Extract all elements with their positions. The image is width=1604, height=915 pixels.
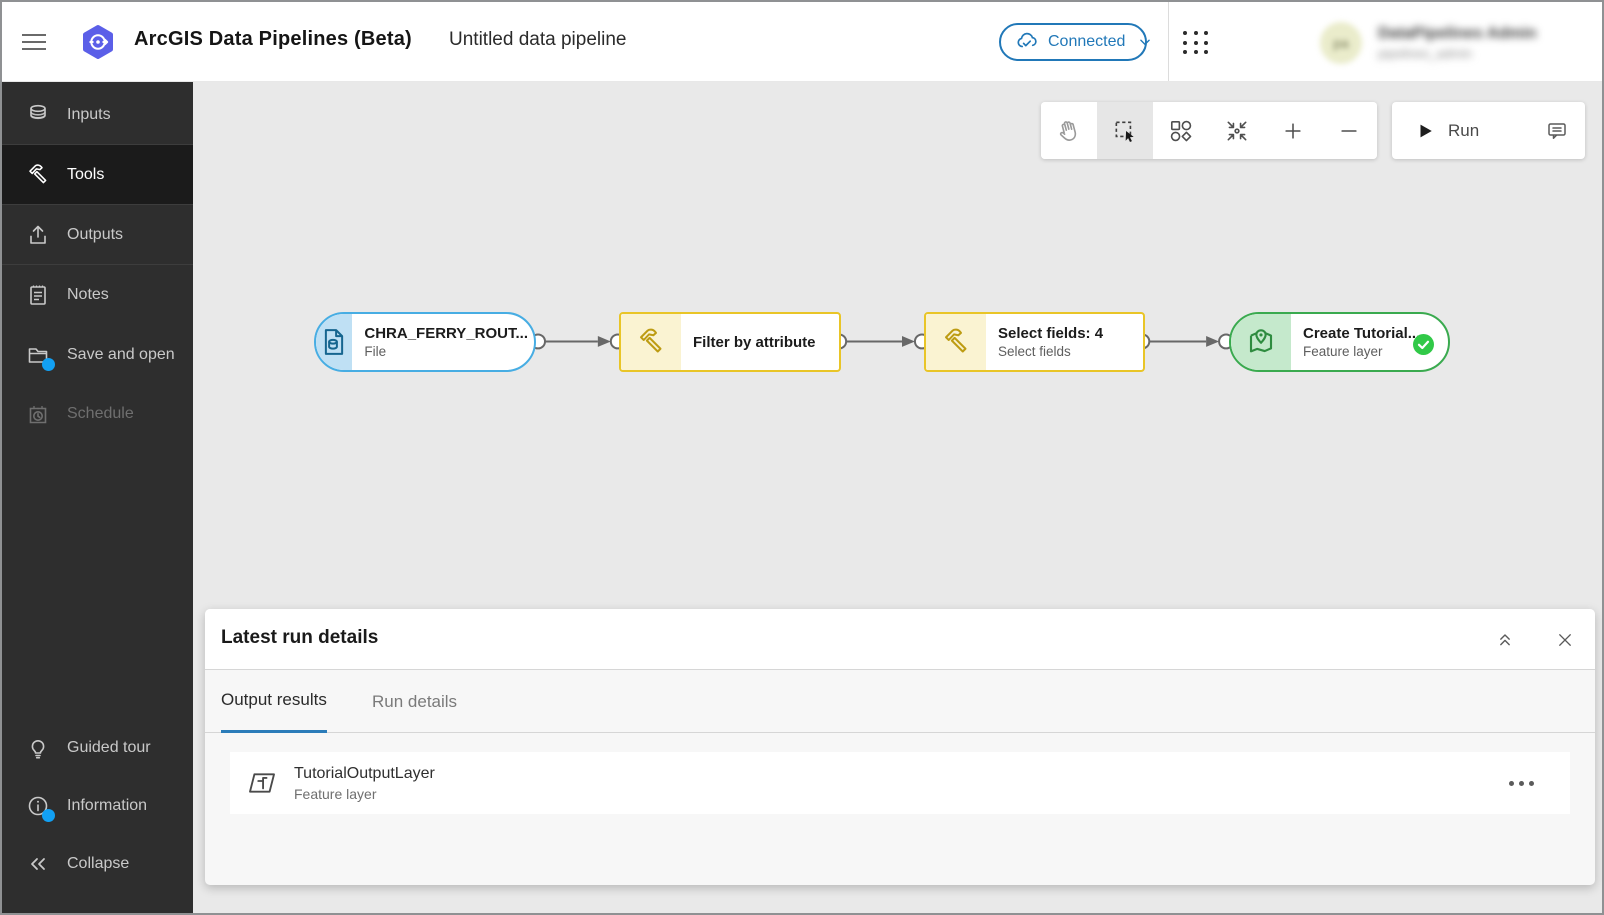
- notification-dot: [42, 357, 55, 371]
- connection-status-button[interactable]: Connected: [999, 23, 1151, 61]
- sidebar-item-tools[interactable]: Tools: [2, 145, 193, 204]
- sidebar-item-information[interactable]: Information: [2, 776, 193, 835]
- tab-output-results[interactable]: Output results: [221, 670, 327, 733]
- auto-layout-button[interactable]: [1153, 102, 1209, 159]
- double-chevron-up-icon: [1495, 630, 1515, 650]
- pan-tool-button[interactable]: [1041, 102, 1097, 159]
- app-header: ArcGIS Data Pipelines (Beta) Untitled da…: [2, 2, 1602, 82]
- expand-panel-button[interactable]: [1491, 626, 1519, 654]
- user-account-button[interactable]: pa DataPipelines Admin pipelines_admin: [1320, 20, 1590, 66]
- document-title: Untitled data pipeline: [449, 29, 627, 50]
- info-icon: [26, 794, 55, 822]
- tab-run-details[interactable]: Run details: [372, 670, 457, 733]
- zoom-out-button[interactable]: [1321, 102, 1377, 159]
- play-icon: [1416, 122, 1434, 140]
- result-type: Feature layer: [294, 785, 377, 802]
- hamburger-menu-icon[interactable]: [22, 30, 46, 54]
- collapse-to-center-icon: [1224, 118, 1250, 144]
- node-subtitle: File: [364, 344, 387, 359]
- data-pipelines-logo: [80, 24, 116, 60]
- plus-icon: [1282, 120, 1304, 142]
- calendar-clock-icon: [26, 402, 50, 426]
- marquee-select-icon: [1112, 118, 1138, 144]
- folder-icon: [26, 343, 55, 371]
- comment-button[interactable]: [1529, 102, 1585, 159]
- run-button-label: Run: [1448, 120, 1480, 140]
- upload-icon: [26, 223, 50, 247]
- app-launcher-grid-icon[interactable]: [1183, 31, 1210, 55]
- select-tool-button[interactable]: [1097, 102, 1153, 159]
- panel-title: Latest run details: [221, 627, 379, 648]
- close-panel-button[interactable]: [1551, 626, 1579, 654]
- user-display-name: DataPipelines Admin: [1378, 25, 1537, 42]
- sidebar-item-label: Notes: [67, 285, 109, 303]
- hammer-icon: [26, 163, 50, 187]
- minus-icon: [1338, 120, 1360, 142]
- sidebar-item-label: Inputs: [67, 105, 111, 123]
- check-circle-icon: [1413, 334, 1434, 355]
- sidebar: Inputs Tools Outputs Notes Save and open…: [2, 82, 193, 913]
- connection-status-label: Connected: [1048, 33, 1126, 50]
- latest-run-details-panel: Latest run details Output results Run de…: [205, 609, 1595, 885]
- node-input-file[interactable]: CHRA_FERRY_ROUT... File: [314, 312, 536, 372]
- sidebar-item-label: Schedule: [67, 404, 134, 422]
- run-button[interactable]: Run: [1392, 102, 1529, 159]
- sidebar-item-guided-tour[interactable]: Guided tour: [2, 718, 193, 777]
- user-username: pipelines_admin: [1378, 46, 1472, 61]
- app-window: ArcGIS Data Pipelines (Beta) Untitled da…: [0, 0, 1604, 915]
- ellipsis-menu-button[interactable]: [1503, 775, 1540, 792]
- sidebar-item-collapse[interactable]: Collapse: [2, 834, 193, 893]
- sidebar-item-label: Tools: [67, 165, 105, 183]
- hammer-icon: [621, 314, 681, 370]
- file-data-icon: [316, 314, 353, 370]
- double-chevron-left-icon: [26, 852, 50, 876]
- comment-bubble-icon: [1545, 119, 1569, 143]
- hand-icon: [1056, 118, 1082, 144]
- node-title: Select fields: 4: [998, 325, 1104, 342]
- header-divider: [1168, 2, 1169, 81]
- shapes-layout-icon: [1168, 118, 1194, 144]
- output-result-row[interactable]: TutorialOutputLayer Feature layer: [230, 752, 1570, 814]
- chevron-down-icon: [1138, 35, 1152, 49]
- node-subtitle: Select fields: [998, 344, 1071, 359]
- sidebar-item-label: Save and open: [67, 345, 175, 363]
- hammer-icon: [926, 314, 986, 370]
- run-toolbar: Run: [1392, 102, 1585, 159]
- sidebar-item-label: Guided tour: [67, 738, 151, 756]
- result-name: TutorialOutputLayer: [294, 764, 435, 782]
- map-pin-icon: [1231, 314, 1291, 370]
- panel-tabs: Output results Run details: [205, 670, 1595, 733]
- node-create-feature-layer[interactable]: Create Tutorial... Feature layer: [1229, 312, 1450, 372]
- sidebar-item-schedule: Schedule: [2, 384, 193, 443]
- avatar: pa: [1320, 22, 1362, 64]
- zoom-to-fit-button[interactable]: [1209, 102, 1265, 159]
- sidebar-item-save-and-open[interactable]: Save and open: [2, 325, 193, 384]
- notes-icon: [26, 283, 50, 307]
- sidebar-item-label: Collapse: [67, 854, 130, 872]
- database-icon: [26, 103, 50, 127]
- node-select-fields[interactable]: Select fields: 4 Select fields: [924, 312, 1145, 372]
- node-title: CHRA_FERRY_ROUT...: [364, 325, 528, 342]
- canvas-toolbar: [1041, 102, 1377, 159]
- app-title: ArcGIS Data Pipelines (Beta): [134, 28, 412, 50]
- close-icon: [1556, 631, 1574, 649]
- sidebar-item-label: Outputs: [67, 225, 124, 243]
- sidebar-item-notes[interactable]: Notes: [2, 265, 193, 324]
- sidebar-item-label: Information: [67, 796, 148, 814]
- feature-layer-icon: [246, 767, 278, 799]
- sidebar-item-outputs[interactable]: Outputs: [2, 205, 193, 264]
- node-filter-by-attribute[interactable]: Filter by attribute: [619, 312, 841, 372]
- sidebar-item-inputs[interactable]: Inputs: [2, 85, 193, 144]
- lightbulb-icon: [26, 736, 50, 760]
- cloud-check-icon: [1015, 30, 1039, 54]
- node-title: Filter by attribute: [693, 333, 816, 351]
- zoom-in-button[interactable]: [1265, 102, 1321, 159]
- panel-header: Latest run details: [205, 609, 1595, 670]
- notification-dot: [42, 808, 55, 822]
